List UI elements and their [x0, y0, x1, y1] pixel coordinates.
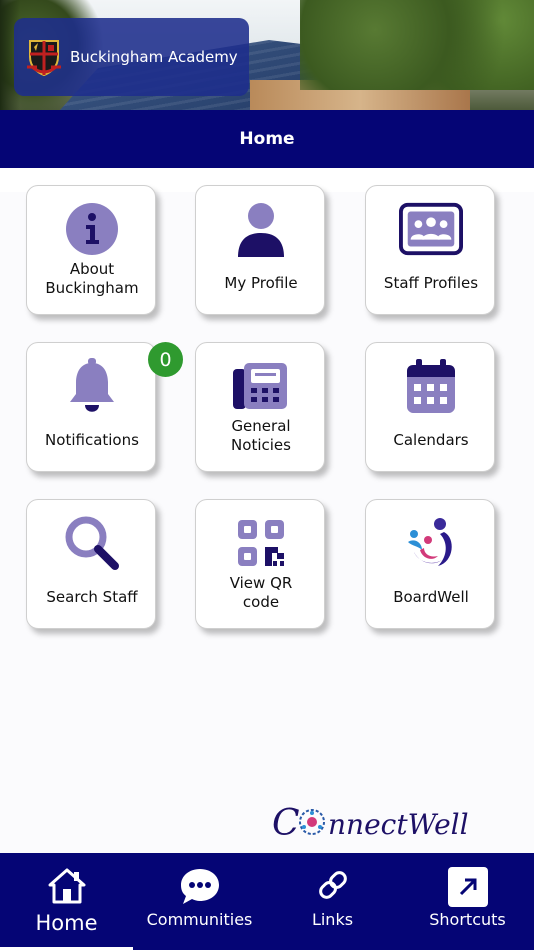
tile-label: Notifications [45, 431, 139, 449]
calendar-icon [399, 357, 463, 415]
notification-count-badge: 0 [148, 342, 183, 377]
person-icon [229, 200, 293, 258]
group-icon [399, 200, 463, 258]
fax-icon [229, 357, 293, 415]
nav-shortcuts[interactable]: Shortcuts [401, 853, 534, 950]
tile-label: About Buckingham [45, 260, 139, 297]
tile-notifications[interactable]: Notifications [26, 342, 156, 472]
brand-text: nnectWell [328, 808, 469, 841]
tile-label: General Noticies [231, 417, 291, 454]
school-crest-logo [27, 40, 61, 77]
nav-communities[interactable]: Communities [133, 853, 266, 950]
tile-general-noticies[interactable]: General Noticies [195, 342, 325, 472]
nav-links-label: Links [311, 910, 354, 929]
chat-bubble-icon [133, 867, 266, 907]
nav-links[interactable]: Links [266, 853, 399, 950]
tile-search-staff[interactable]: Search Staff [26, 499, 156, 629]
info-icon [60, 200, 124, 258]
tile-label: Search Staff [46, 588, 138, 606]
bottom-navigation: Home Communities Links Shortcuts [0, 853, 534, 950]
search-icon [60, 514, 124, 572]
boardwell-logo [399, 514, 463, 572]
tile-my-profile[interactable]: My Profile [195, 185, 325, 315]
home-icon [0, 867, 133, 907]
tile-label: BoardWell [393, 588, 469, 606]
tile-label: Calendars [393, 431, 469, 449]
nav-home[interactable]: Home [0, 853, 133, 950]
connectwell-logo: C nnectWell [272, 803, 469, 844]
school-name: Buckingham Academy [70, 48, 238, 66]
nav-shortcuts-label: Shortcuts [429, 910, 506, 929]
page-title: Home [239, 129, 295, 149]
svg-text:C: C [272, 803, 300, 844]
title-bar: Home [0, 110, 534, 168]
tile-label: Staff Profiles [383, 274, 479, 292]
tile-view-qr-code[interactable]: View QR code [195, 499, 325, 629]
tile-label: My Profile [224, 274, 298, 292]
qr-code-icon [229, 514, 293, 572]
bell-icon [60, 357, 124, 415]
link-icon [266, 867, 399, 907]
shortcut-arrow-icon [401, 867, 534, 907]
tile-calendars[interactable]: Calendars [365, 342, 495, 472]
nav-communities-label: Communities [146, 910, 253, 929]
nav-home-label: Home [35, 911, 98, 935]
tile-about-buckingham[interactable]: About Buckingham [26, 185, 156, 315]
tile-label: View QR code [229, 574, 293, 611]
school-chip: Buckingham Academy [14, 18, 249, 96]
tile-boardwell[interactable]: BoardWell [365, 499, 495, 629]
tile-staff-profiles[interactable]: Staff Profiles [365, 185, 495, 315]
header-banner: Buckingham Academy [0, 0, 534, 110]
